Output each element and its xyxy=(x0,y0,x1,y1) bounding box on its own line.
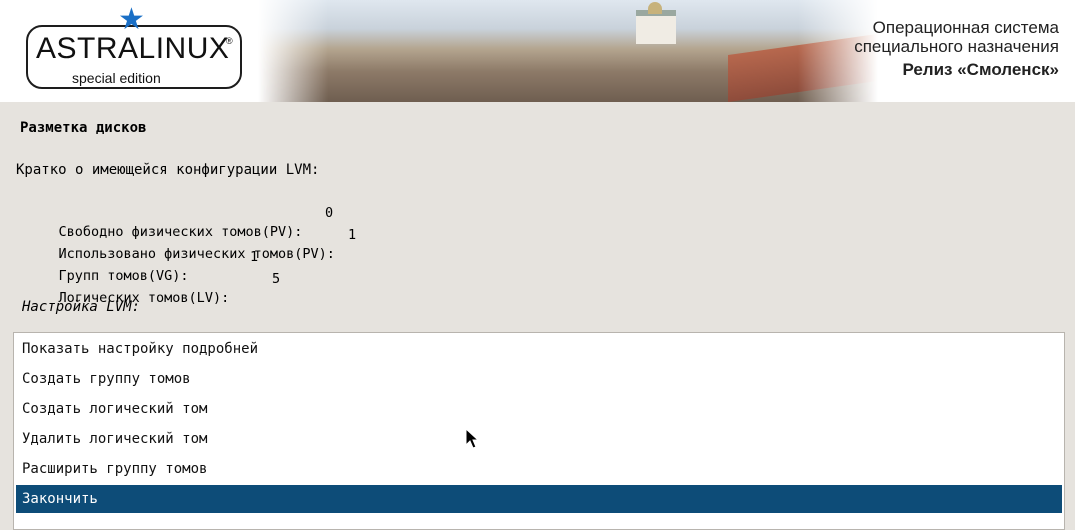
product-title-line2: специального назначения xyxy=(854,37,1059,56)
stat-value: 1 xyxy=(348,227,357,243)
cathedral-shape xyxy=(636,10,676,44)
menu-item-create-vg[interactable]: Создать группу томов xyxy=(16,365,1062,393)
menu-item-extend-vg[interactable]: Расширить группу томов xyxy=(16,455,1062,483)
lvm-config-label: Настройка LVM: xyxy=(22,299,141,315)
mouse-pointer-icon xyxy=(465,428,480,449)
logo-text: ASTRALINUX xyxy=(36,32,230,65)
registered-mark: ® xyxy=(226,36,233,46)
stat-value: 1 xyxy=(250,249,259,265)
menu-item-create-lv[interactable]: Создать логический том xyxy=(16,395,1062,423)
menu-item-delete-lv[interactable]: Удалить логический том xyxy=(16,425,1062,453)
star-icon: ★ xyxy=(118,2,145,37)
stat-value: 0 xyxy=(325,205,334,221)
menu-item-finish[interactable]: Закончить xyxy=(16,485,1062,513)
header-banner: ★ ASTRALINUX ® special edition Операцион… xyxy=(0,0,1075,102)
release-name: Релиз «Смоленск» xyxy=(902,60,1059,79)
stat-value: 5 xyxy=(272,271,281,287)
smolensk-city-photo xyxy=(258,0,1036,102)
product-title: Операционная система специального назнач… xyxy=(854,18,1059,82)
lvm-action-list[interactable]: Показать настройку подробней Создать гру… xyxy=(13,332,1065,530)
product-title-line1: Операционная система xyxy=(872,18,1059,37)
installer-content: Разметка дисков Кратко о имеющейся конфи… xyxy=(0,102,1075,530)
menu-item-show-details[interactable]: Показать настройку подробней xyxy=(16,335,1062,363)
logo-subtitle: special edition xyxy=(66,70,167,86)
cathedral-dome xyxy=(648,2,662,14)
lvm-summary-heading: Кратко о имеющейся конфигурации LVM: xyxy=(16,162,320,178)
page-title: Разметка дисков xyxy=(20,120,147,136)
